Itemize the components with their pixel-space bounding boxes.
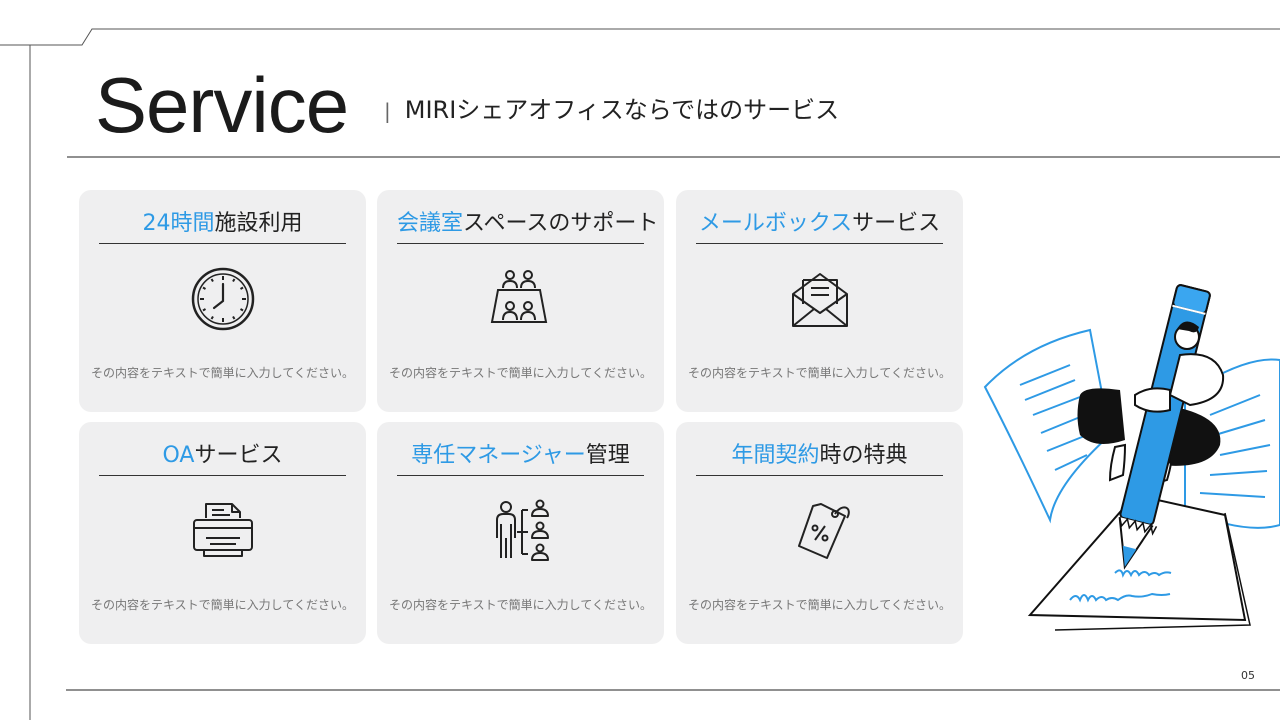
card-description: その内容をテキストで簡単に入力してください。 (91, 598, 354, 612)
card-description: その内容をテキストで簡単に入力してください。 (389, 598, 652, 612)
printer-icon (192, 503, 253, 557)
page-subtitle: | MIRIシェアオフィスならではのサービス (384, 96, 839, 125)
card-title-rest: 管理 (585, 443, 630, 468)
card-title-highlight: 会議室 (397, 211, 464, 236)
subtitle-text: MIRIシェアオフィスならではのサービス (404, 96, 840, 124)
mail-envelope-icon (791, 273, 848, 327)
service-card-annual-benefit: 年間契約時の特典 その内容をテキストで簡単に入力してください。 (676, 422, 963, 644)
service-card-meeting-room: 会議室スペースのサポート その内容をテキストで簡単に入力してください。 (377, 190, 664, 412)
card-description: その内容をテキストで簡単に入力してください。 (389, 366, 652, 380)
card-description: その内容をテキストで簡単に入力してください。 (688, 366, 951, 380)
subtitle-separator: | (384, 99, 391, 123)
meeting-room-icon (490, 270, 547, 323)
pencil-person-illustration (983, 284, 1280, 631)
card-title-highlight: 年間契約 (731, 443, 820, 468)
card-title-highlight: OA (162, 443, 195, 468)
service-card-oa: OAサービス その内容をテキストで簡単に入力してください。 (79, 422, 366, 644)
card-title: 専任マネージャー管理 (397, 442, 644, 476)
clock-icon (191, 267, 254, 331)
service-card-manager: 専任マネージャー管理 その内容をテキストで簡単に入力してください。 (377, 422, 664, 644)
card-title: 24時間施設利用 (99, 210, 346, 244)
service-card-24h-facility: 24時間施設利用 その内容をテキストで簡単に入力してください。 (79, 190, 366, 412)
discount-tag-icon (797, 503, 850, 559)
card-title-rest: サービス (194, 443, 283, 468)
page-number: 05 (1241, 669, 1255, 682)
card-title: メールボックスサービス (696, 210, 943, 244)
card-title-rest: スペースのサポート (463, 211, 659, 236)
service-card-mailbox: メールボックスサービス その内容をテキストで簡単に入力してください。 (676, 190, 963, 412)
card-title-highlight: 専任マネージャー (411, 443, 586, 468)
card-title-rest: サービス (852, 211, 941, 236)
card-description: その内容をテキストで簡単に入力してください。 (91, 366, 354, 380)
page-title: Service (95, 61, 349, 149)
card-title-highlight: メールボックス (698, 211, 853, 236)
card-title: 年間契約時の特典 (696, 442, 943, 476)
card-title-highlight: 24時間 (142, 211, 215, 236)
card-title: 会議室スペースのサポート (397, 210, 658, 244)
card-description: その内容をテキストで簡単に入力してください。 (688, 598, 951, 612)
card-title: OAサービス (99, 442, 346, 476)
manager-org-icon (495, 499, 549, 561)
card-title-rest: 時の特典 (819, 443, 908, 468)
card-title-rest: 施設利用 (214, 211, 303, 236)
